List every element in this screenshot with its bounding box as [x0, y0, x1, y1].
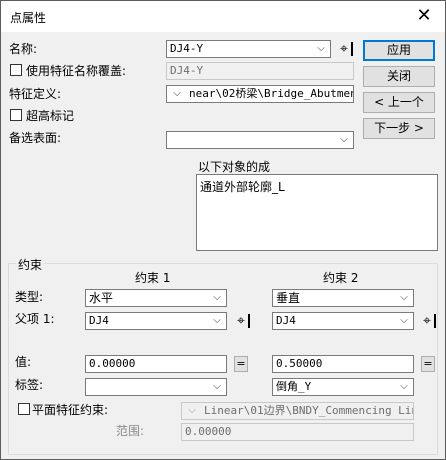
plane-constraint-label: 平面特征约束:: [32, 403, 109, 417]
crosshair-pick-icon[interactable]: ⌖: [234, 312, 250, 330]
tag-label: 标签:: [15, 378, 44, 392]
constraint-2-type-combo[interactable]: 垂直 ⌵: [272, 289, 414, 307]
range-value: 0.00000: [185, 425, 232, 438]
members-label: 以下对象的成: [198, 160, 271, 174]
override-label: 使用特征名称覆盖:: [26, 64, 127, 78]
chevron-down-icon[interactable]: ⌵: [398, 313, 410, 329]
chevron-down-icon[interactable]: ⌵: [186, 403, 198, 419]
list-item[interactable]: 通道外部轮廓_L: [200, 178, 434, 195]
members-listbox[interactable]: 通道外部轮廓_L: [196, 174, 438, 251]
constraint-1-value: 0.00000: [89, 357, 136, 370]
constraint-1-parent-combo[interactable]: DJ4 ⌵: [85, 312, 227, 330]
constraint-2-tag-value: 倒角_Y: [276, 380, 312, 393]
next-button[interactable]: 下一步 >: [363, 118, 435, 139]
parent-label: 父项 1:: [15, 312, 55, 326]
alt-surface-combo[interactable]: ⌵: [166, 131, 354, 149]
value-label: 值:: [15, 355, 32, 369]
constraint-1-header: 约束 1: [135, 271, 171, 285]
previous-button[interactable]: < 上一个: [363, 92, 435, 113]
constraint-2-equals-button[interactable]: =: [421, 356, 435, 372]
close-icon[interactable]: ✕: [411, 4, 437, 28]
super-mark-label: 超高标记: [26, 109, 75, 123]
name-value: DJ4-Y: [170, 42, 204, 55]
plane-constraint-checkbox[interactable]: [18, 403, 30, 415]
super-mark-checkbox[interactable]: [10, 109, 22, 121]
constraints-group-title: 约束: [16, 256, 45, 273]
title-bar: 点属性 ✕: [1, 1, 445, 32]
constraint-2-header: 约束 2: [323, 271, 359, 285]
constraint-2-value-input[interactable]: 0.50000: [272, 355, 414, 373]
constraint-2-tag-combo[interactable]: 倒角_Y ⌵: [272, 378, 414, 396]
feature-def-label: 特征定义:: [9, 87, 62, 101]
dialog-window: 点属性 ✕ 名称: DJ4-Y ⌵ ⌖ 使用特征名称覆盖: DJ4-Y 特征定义…: [0, 0, 446, 460]
feature-def-value: near\02桥梁\Bridge_Abutment: [189, 87, 354, 100]
range-label: 范围:: [116, 424, 145, 438]
plane-constraint-value: Linear\01边界\BNDY_Commencing Line: [204, 404, 414, 417]
override-name-field[interactable]: DJ4-Y: [166, 62, 354, 80]
alt-surface-label: 备选表面:: [9, 131, 62, 145]
chevron-down-icon[interactable]: ⌵: [398, 290, 410, 306]
name-combo[interactable]: DJ4-Y ⌵: [166, 40, 331, 58]
constraint-1-tag-combo[interactable]: ⌵: [85, 378, 227, 396]
override-checkbox[interactable]: [10, 64, 22, 76]
chevron-down-icon[interactable]: ⌵: [171, 86, 183, 102]
constraint-1-value-input[interactable]: 0.00000: [85, 355, 227, 373]
chevron-down-icon[interactable]: ⌵: [211, 313, 223, 329]
constraint-1-type-value: 水平: [89, 291, 114, 305]
range-field[interactable]: 0.00000: [181, 423, 414, 441]
chevron-down-icon[interactable]: ⌵: [211, 379, 223, 395]
constraint-1-parent-value: DJ4: [89, 314, 109, 327]
constraint-2-parent-value: DJ4: [276, 314, 296, 327]
name-label: 名称:: [9, 42, 38, 56]
chevron-down-icon[interactable]: ⌵: [315, 41, 327, 57]
chevron-down-icon[interactable]: ⌵: [338, 132, 350, 148]
constraint-1-equals-button[interactable]: =: [234, 356, 248, 372]
constraint-1-type-combo[interactable]: 水平 ⌵: [85, 289, 227, 307]
window-title: 点属性: [10, 11, 47, 25]
constraint-2-parent-combo[interactable]: DJ4 ⌵: [272, 312, 414, 330]
chevron-down-icon[interactable]: ⌵: [211, 290, 223, 306]
crosshair-pick-icon[interactable]: ⌖: [337, 40, 353, 58]
constraint-2-type-value: 垂直: [276, 291, 301, 305]
constraint-2-value: 0.50000: [276, 357, 323, 370]
chevron-down-icon[interactable]: ⌵: [398, 379, 410, 395]
plane-constraint-combo[interactable]: ⌵ Linear\01边界\BNDY_Commencing Line: [181, 402, 414, 420]
crosshair-pick-icon[interactable]: ⌖: [420, 312, 436, 330]
close-button[interactable]: 关闭: [363, 66, 435, 87]
apply-button[interactable]: 应用: [363, 40, 435, 61]
override-name-value: DJ4-Y: [170, 64, 204, 77]
feature-def-combo[interactable]: ⌵ near\02桥梁\Bridge_Abutment: [166, 85, 354, 103]
type-label: 类型:: [15, 290, 44, 304]
